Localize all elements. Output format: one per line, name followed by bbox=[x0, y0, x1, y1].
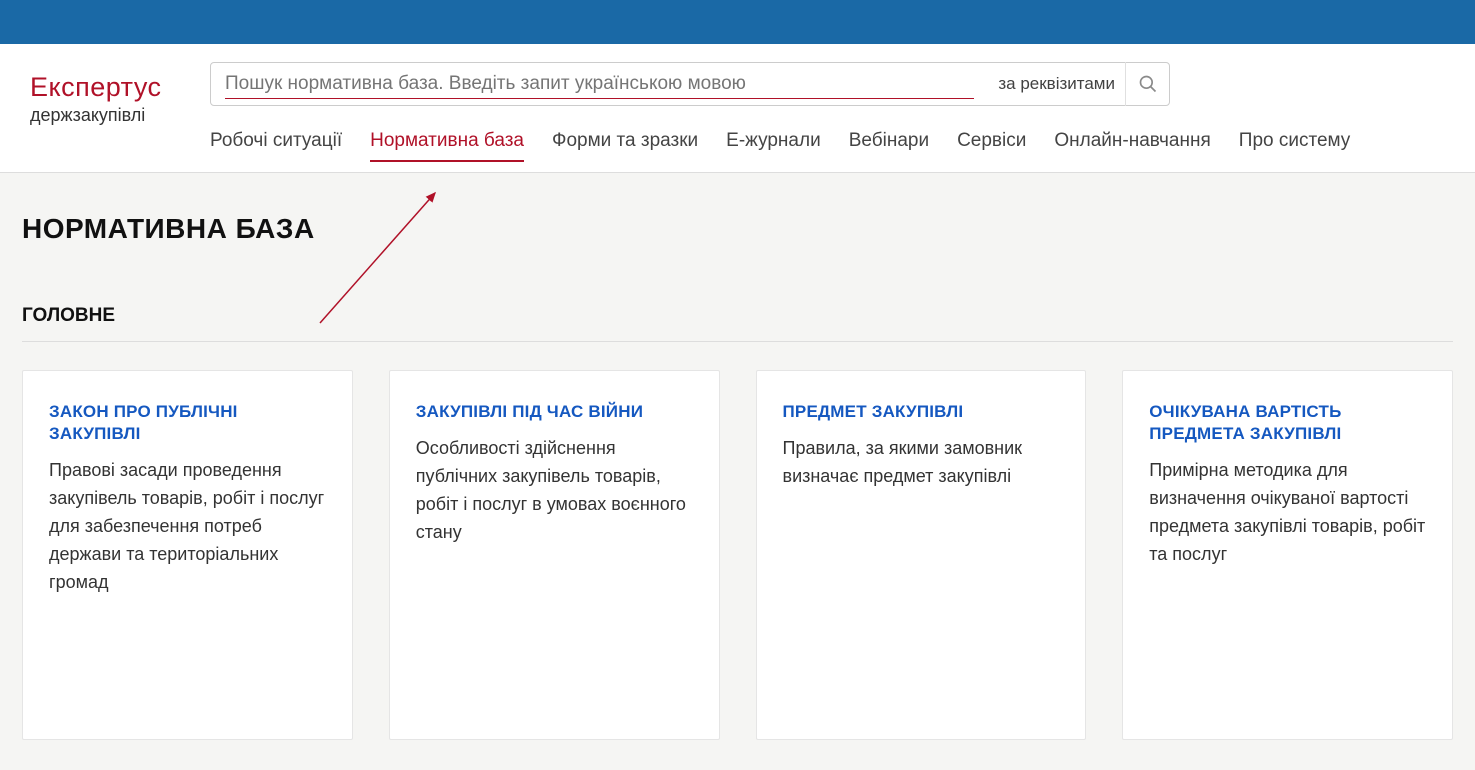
nav-normative-base[interactable]: Нормативна база bbox=[370, 130, 524, 162]
card-title: ОЧІКУВАНА ВАРТІСТЬ ПРЕДМЕТА ЗАКУПІВЛІ bbox=[1149, 401, 1426, 445]
content: НОРМАТИВНА БАЗА ГОЛОВНЕ ЗАКОН ПРО ПУБЛІЧ… bbox=[0, 173, 1475, 770]
header: Експертус держзакупівлі за реквізитами Р… bbox=[0, 44, 1475, 173]
divider bbox=[22, 341, 1453, 342]
card-expected-value[interactable]: ОЧІКУВАНА ВАРТІСТЬ ПРЕДМЕТА ЗАКУПІВЛІ Пр… bbox=[1122, 370, 1453, 740]
card-procurement-subject[interactable]: ПРЕДМЕТ ЗАКУПІВЛІ Правила, за якими замо… bbox=[756, 370, 1087, 740]
cards-row: ЗАКОН ПРО ПУБЛІЧНІ ЗАКУПІВЛІ Правові зас… bbox=[22, 370, 1453, 740]
nav-online-learning[interactable]: Онлайн-навчання bbox=[1054, 130, 1210, 162]
card-desc: Примірна методика для визначення очікува… bbox=[1149, 457, 1426, 569]
card-desc: Правові засади проведення закупівель тов… bbox=[49, 457, 326, 596]
nav-work-situations[interactable]: Робочі ситуації bbox=[210, 130, 342, 162]
section-label: ГОЛОВНЕ bbox=[22, 305, 1453, 327]
search-icon bbox=[1138, 74, 1158, 94]
nav-forms-samples[interactable]: Форми та зразки bbox=[552, 130, 698, 162]
search-by-requisites-link[interactable]: за реквізитами bbox=[988, 74, 1125, 94]
logo-sub: держзакупівлі bbox=[30, 105, 210, 126]
card-law-public-procurement[interactable]: ЗАКОН ПРО ПУБЛІЧНІ ЗАКУПІВЛІ Правові зас… bbox=[22, 370, 353, 740]
page-title: НОРМАТИВНА БАЗА bbox=[22, 213, 1453, 245]
nav-e-journals[interactable]: Е-журнали bbox=[726, 130, 821, 162]
nav-services[interactable]: Сервіси bbox=[957, 130, 1026, 162]
card-desc: Правила, за якими замовник визначає пред… bbox=[783, 435, 1060, 491]
card-title: ПРЕДМЕТ ЗАКУПІВЛІ bbox=[783, 401, 1060, 423]
nav-about-system[interactable]: Про систему bbox=[1239, 130, 1351, 162]
search-button[interactable] bbox=[1125, 62, 1169, 106]
logo-brand: Експертус bbox=[30, 72, 210, 103]
card-procurement-wartime[interactable]: ЗАКУПІВЛІ ПІД ЧАС ВІЙНИ Особливості здій… bbox=[389, 370, 720, 740]
logo[interactable]: Експертус держзакупівлі bbox=[30, 62, 210, 126]
nav-webinars[interactable]: Вебінари bbox=[849, 130, 929, 162]
card-title: ЗАКУПІВЛІ ПІД ЧАС ВІЙНИ bbox=[416, 401, 693, 423]
top-bar bbox=[0, 0, 1475, 44]
card-title: ЗАКОН ПРО ПУБЛІЧНІ ЗАКУПІВЛІ bbox=[49, 401, 326, 445]
main-nav: Робочі ситуації Нормативна база Форми та… bbox=[210, 106, 1170, 172]
search-input[interactable] bbox=[211, 73, 988, 95]
search-bar: за реквізитами bbox=[210, 62, 1170, 106]
card-desc: Особливості здійснення публічних закупів… bbox=[416, 435, 693, 547]
